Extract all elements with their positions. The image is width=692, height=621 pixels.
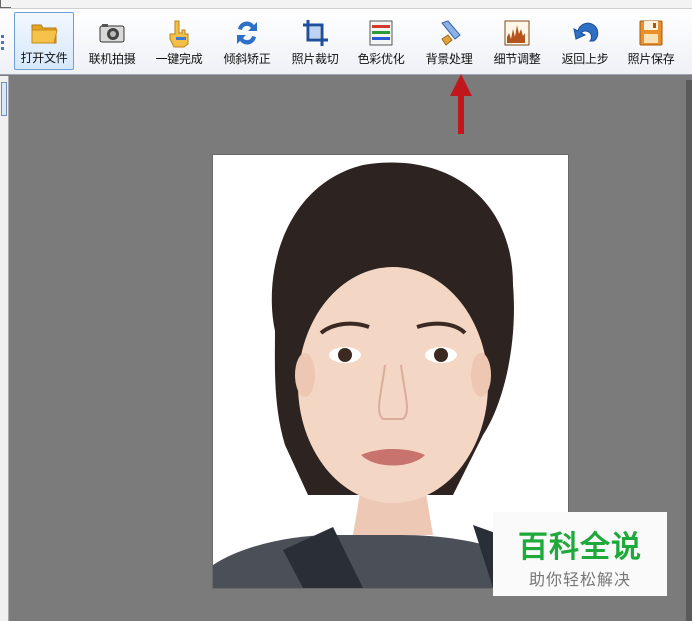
rotate-icon bbox=[237, 21, 257, 45]
undo-label: 返回上步 bbox=[561, 52, 609, 66]
left-panel-tab[interactable] bbox=[1, 82, 7, 116]
photo-crop-label: 照片裁切 bbox=[291, 52, 339, 66]
background-process-button[interactable]: 背景处理 bbox=[420, 12, 478, 70]
color-optimize-button[interactable]: 色彩优化 bbox=[352, 12, 410, 70]
hand-pointer-icon bbox=[169, 20, 189, 48]
camera-icon bbox=[99, 24, 125, 43]
folder-open-icon bbox=[31, 24, 58, 44]
online-capture-button[interactable]: 联机拍摄 bbox=[84, 12, 140, 70]
open-file-label: 打开文件 bbox=[20, 51, 68, 65]
scrollbar-edge[interactable] bbox=[686, 80, 692, 621]
save-photo-label: 照片保存 bbox=[627, 52, 675, 66]
online-capture-label: 联机拍摄 bbox=[88, 52, 136, 66]
tilt-correction-button[interactable]: 倾斜矫正 bbox=[218, 12, 276, 70]
watermark-badge: 百科全说 助你轻松解决 bbox=[493, 512, 667, 596]
watermark-subtitle: 助你轻松解决 bbox=[528, 570, 631, 589]
background-process-label: 背景处理 bbox=[425, 52, 473, 66]
background-brush-icon bbox=[441, 20, 461, 46]
open-file-button[interactable]: 打开文件 bbox=[14, 12, 74, 70]
crop-icon bbox=[303, 20, 328, 46]
one-click-finish-label: 一键完成 bbox=[155, 52, 203, 66]
undo-icon bbox=[573, 22, 599, 42]
save-photo-button[interactable]: 照片保存 bbox=[622, 12, 680, 70]
tilt-correction-label: 倾斜矫正 bbox=[223, 52, 271, 66]
detail-adjust-label: 细节调整 bbox=[493, 52, 541, 66]
histogram-icon bbox=[504, 20, 530, 46]
one-click-finish-button[interactable]: 一键完成 bbox=[150, 12, 208, 70]
photo-crop-button[interactable]: 照片裁切 bbox=[286, 12, 344, 70]
detail-adjust-button[interactable]: 细节调整 bbox=[488, 12, 546, 70]
color-adjust-icon bbox=[369, 20, 393, 46]
undo-button[interactable]: 返回上步 bbox=[556, 12, 614, 70]
watermark-title: 百科全说 bbox=[518, 530, 642, 565]
main-toolbar: 打开文件 联机拍摄 一键完成 倾斜矫正 照片裁切 色彩优化 背景处理 细节调整 … bbox=[0, 9, 692, 75]
toolbar-grip[interactable] bbox=[1, 35, 4, 53]
color-optimize-label: 色彩优化 bbox=[357, 52, 405, 66]
left-panel-edge bbox=[0, 76, 9, 621]
floppy-save-icon bbox=[639, 20, 663, 46]
annotation-arrow-icon bbox=[450, 74, 472, 134]
window-top-strip bbox=[0, 0, 692, 9]
